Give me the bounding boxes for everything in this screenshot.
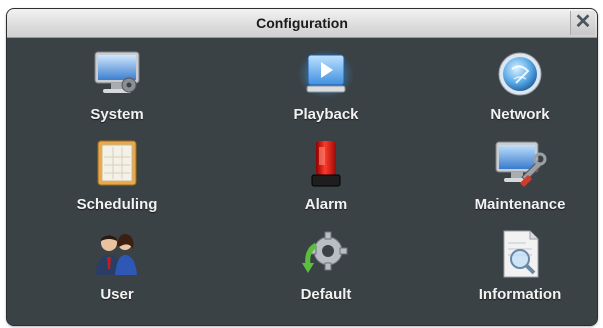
title-bar: Configuration ✕	[7, 9, 597, 38]
menu-label-network: Network	[490, 106, 550, 123]
siren-icon	[311, 141, 341, 187]
menu-label-alarm: Alarm	[304, 196, 348, 213]
reset-gear-icon	[302, 231, 348, 273]
menu-item-default[interactable]: Default	[251, 225, 401, 313]
menu-item-playback[interactable]: Playback	[251, 45, 401, 133]
menu-label-system: System	[90, 106, 144, 123]
menu-item-user[interactable]: User	[42, 225, 192, 313]
menu-item-alarm[interactable]: Alarm	[251, 135, 401, 223]
menu-label-playback: Playback	[293, 106, 359, 123]
menu-item-network[interactable]: Network	[445, 45, 595, 133]
menu-item-system[interactable]: System	[42, 45, 192, 133]
users-icon	[95, 234, 137, 275]
menu-label-maintenance: Maintenance	[474, 196, 566, 213]
close-button[interactable]: ✕	[570, 11, 595, 35]
play-icon	[298, 50, 354, 98]
configuration-window: Configuration ✕ System Playback Network …	[6, 8, 598, 326]
menu-label-information: Information	[478, 286, 562, 303]
monitor-gear-icon	[94, 51, 140, 93]
menu-label-default: Default	[300, 286, 352, 303]
menu-item-maintenance[interactable]: Maintenance	[445, 135, 595, 223]
menu-grid: System Playback Network Scheduling Alarm…	[7, 37, 597, 325]
network-globe-icon	[498, 52, 542, 96]
wrench-monitor-icon	[495, 141, 547, 187]
menu-item-scheduling[interactable]: Scheduling	[42, 135, 192, 223]
menu-item-information[interactable]: Information	[445, 225, 595, 313]
document-search-icon	[503, 230, 539, 278]
window-title: Configuration	[256, 15, 348, 31]
calendar-icon	[97, 140, 137, 186]
menu-label-scheduling: Scheduling	[76, 196, 158, 213]
menu-label-user: User	[100, 286, 134, 303]
